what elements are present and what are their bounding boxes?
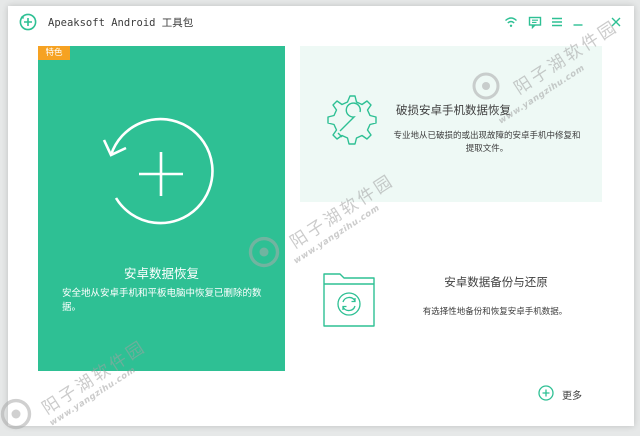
broken-android-recovery-card[interactable]: 破损安卓手机数据恢复 专业地从已破损的或出现故障的安卓手机中修复和提取文件。 [300, 46, 602, 202]
android-data-recovery-card[interactable]: 特色 安卓数据恢复 安全地从安卓手机和平板电脑中恢复已删除的数据。 [38, 46, 285, 371]
app-window: Apeaksoft Android 工具包 特色 安卓数据恢复 安全地从安卓手机… [8, 6, 634, 426]
backup-restore-description: 有选择性地备份和恢复安卓手机数据。 [422, 307, 568, 317]
wifi-icon[interactable] [504, 15, 518, 29]
more-label: 更多 [562, 391, 582, 402]
gear-wrench-icon [320, 92, 380, 148]
feedback-icon[interactable] [528, 15, 542, 29]
app-title: Apeaksoft Android 工具包 [48, 17, 194, 29]
broken-recovery-description: 专业地从已破损的或出现故障的安卓手机中修复和提取文件。 [393, 131, 581, 154]
backup-folder-icon [322, 266, 376, 328]
featured-badge: 特色 [38, 46, 70, 60]
minimize-icon[interactable] [571, 15, 585, 29]
plus-circle-icon [538, 385, 554, 401]
android-backup-restore-card[interactable]: 安卓数据备份与还原 有选择性地备份和恢复安卓手机数据。 [300, 212, 602, 370]
recovery-description: 安全地从安卓手机和平板电脑中恢复已删除的数据。 [62, 288, 262, 313]
menu-icon[interactable] [550, 15, 564, 29]
recovery-restore-icon [102, 112, 220, 228]
backup-restore-title: 安卓数据备份与还原 [444, 275, 548, 289]
close-icon[interactable] [609, 15, 623, 29]
broken-recovery-title: 破损安卓手机数据恢复 [396, 103, 511, 117]
recovery-title: 安卓数据恢复 [123, 266, 199, 281]
app-logo-icon [19, 13, 37, 31]
title-bar[interactable]: Apeaksoft Android 工具包 [8, 6, 634, 38]
